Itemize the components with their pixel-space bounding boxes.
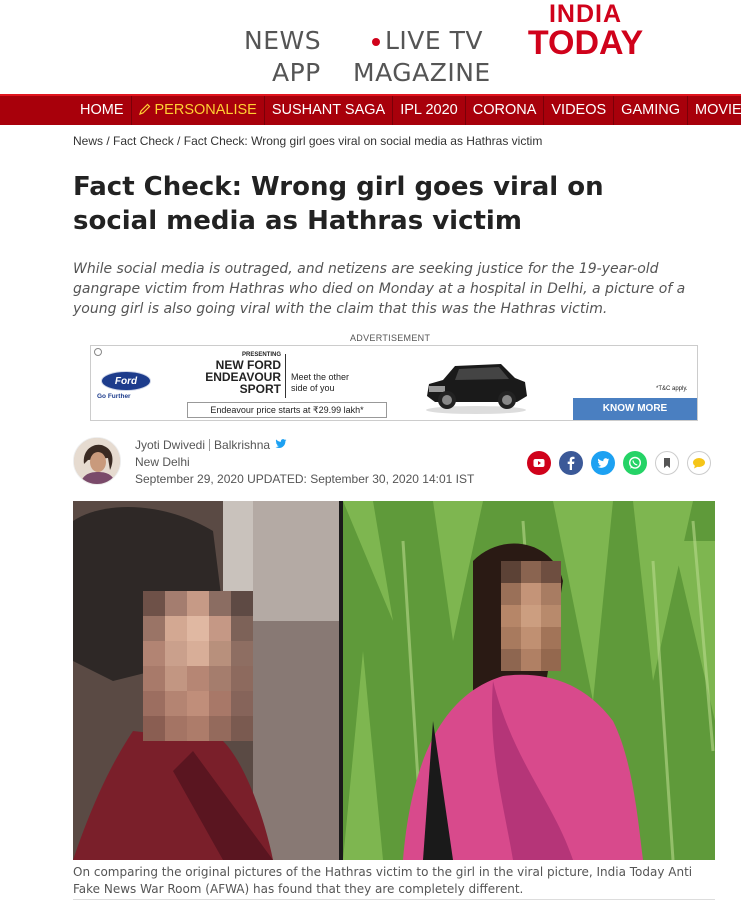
article-dateline: September 29, 2020 UPDATED: September 30… — [135, 472, 475, 486]
facebook-icon — [567, 456, 575, 470]
bookmark-button[interactable] — [655, 451, 679, 475]
nav-item-sushant-saga[interactable]: SUSHANT SAGA — [265, 96, 394, 125]
live-indicator-icon — [372, 38, 380, 46]
nav-item-videos[interactable]: VIDEOS — [544, 96, 615, 125]
comment-button[interactable] — [687, 451, 711, 475]
article-location: New Delhi — [135, 455, 190, 469]
comment-icon — [693, 458, 705, 469]
caption-divider — [73, 899, 715, 900]
header-link-app[interactable]: APP — [272, 58, 321, 87]
suv-car-image — [426, 364, 527, 414]
nav-item-gaming[interactable]: GAMING — [614, 96, 688, 125]
india-today-logo[interactable]: INDIA TODAY — [523, 2, 648, 62]
site-header: NEWS LIVE TV APP MAGAZINE INDIA TODAY — [0, 0, 741, 94]
pixelated-face-left — [143, 591, 253, 741]
comparison-photo — [73, 501, 715, 860]
breadcrumb-separator: / — [173, 134, 184, 148]
nav-item-corona[interactable]: CORONA — [466, 96, 545, 125]
ad-divider — [285, 354, 286, 398]
nav-item-ipl-2020[interactable]: IPL 2020 — [393, 96, 466, 125]
bookmark-icon — [664, 458, 670, 468]
author-byline: Jyoti Dwivedi Balkrishna — [135, 438, 287, 452]
pencil-icon — [138, 103, 150, 115]
advertisement-label: ADVERTISEMENT — [350, 333, 431, 343]
logo-line-2: TODAY — [527, 24, 644, 62]
whatsapp-icon — [628, 456, 642, 469]
youtube-share-button[interactable] — [527, 451, 551, 475]
header-link-news[interactable]: NEWS — [244, 26, 321, 55]
author-link-balkrishna[interactable]: Balkrishna — [214, 438, 270, 452]
author-avatar[interactable] — [73, 437, 121, 485]
breadcrumb-item-fact-check[interactable]: Fact Check — [113, 134, 174, 148]
nav-item-movies[interactable]: MOVIES — [688, 96, 741, 125]
breadcrumb-item-news[interactable]: News — [73, 134, 103, 148]
twitter-icon[interactable] — [275, 439, 287, 449]
ad-choices-icon[interactable] — [94, 348, 102, 356]
main-nav: HOME PERSONALISE SUSHANT SAGA IPL 2020 C… — [0, 94, 741, 125]
nav-item-personalise[interactable]: PERSONALISE — [132, 96, 265, 125]
avatar-image — [74, 438, 120, 484]
breadcrumb-separator: / — [103, 134, 114, 148]
page-title: Fact Check: Wrong girl goes viral on soc… — [73, 172, 604, 236]
facebook-share-button[interactable] — [559, 451, 583, 475]
twitter-share-button[interactable] — [591, 451, 615, 475]
youtube-icon — [533, 459, 545, 467]
author-separator — [209, 439, 211, 451]
know-more-button[interactable]: KNOW MORE — [573, 398, 697, 420]
header-link-live-tv[interactable]: LIVE TV — [372, 26, 483, 55]
nav-item-personalise-label: PERSONALISE — [154, 102, 257, 118]
pixelated-face-right — [501, 561, 561, 671]
ad-price: Endeavour price starts at ₹29.99 lakh* — [187, 402, 387, 418]
article-summary: While social media is outraged, and neti… — [73, 261, 686, 317]
article-hero-image[interactable] — [73, 501, 715, 860]
live-tv-label: LIVE TV — [385, 26, 484, 55]
twitter-icon — [597, 457, 609, 468]
image-caption: On comparing the original pictures of th… — [73, 865, 693, 896]
ford-tagline: Go Further — [97, 393, 131, 400]
author-link-jyoti-dwivedi[interactable]: Jyoti Dwivedi — [135, 438, 205, 452]
breadcrumb-item-current: Fact Check: Wrong girl goes viral on soc… — [183, 134, 543, 148]
ad-model-line-3: SPORT — [239, 382, 281, 396]
ad-tagline-line-1: Meet the other — [291, 372, 350, 382]
nav-item-home[interactable]: HOME — [0, 96, 132, 125]
whatsapp-share-button[interactable] — [623, 451, 647, 475]
ad-tagline: Meet the other side of you — [291, 372, 349, 394]
ad-tagline-line-2: side of you — [291, 383, 335, 393]
ad-model-name: NEW FORD ENDEAVOUR SPORT — [195, 359, 281, 395]
ford-logo: Ford — [101, 371, 151, 391]
ad-terms: *T&C apply. — [656, 386, 688, 392]
header-link-magazine[interactable]: MAGAZINE — [353, 58, 491, 87]
breadcrumb: News / Fact Check / Fact Check: Wrong gi… — [73, 134, 542, 148]
advertisement-banner[interactable]: Ford Go Further PRESENTING NEW FORD ENDE… — [90, 345, 698, 421]
